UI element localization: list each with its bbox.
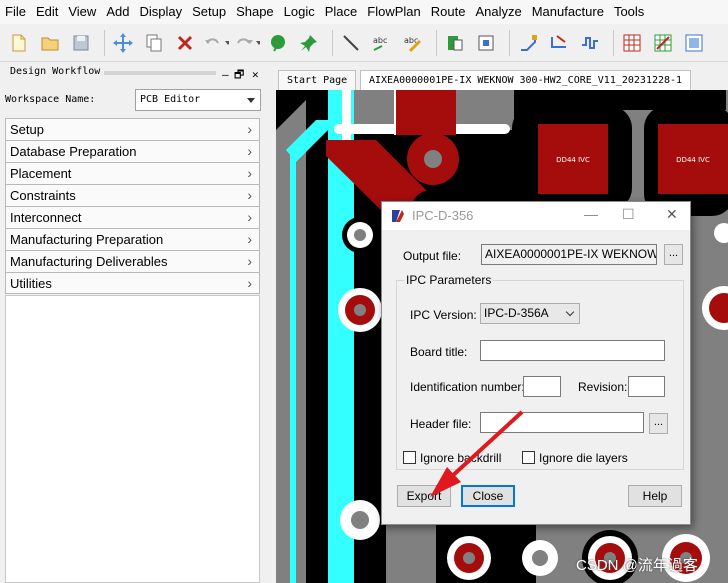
watermark: CSDN @流年過客 [576, 557, 698, 574]
annotation-arrow [430, 410, 524, 497]
